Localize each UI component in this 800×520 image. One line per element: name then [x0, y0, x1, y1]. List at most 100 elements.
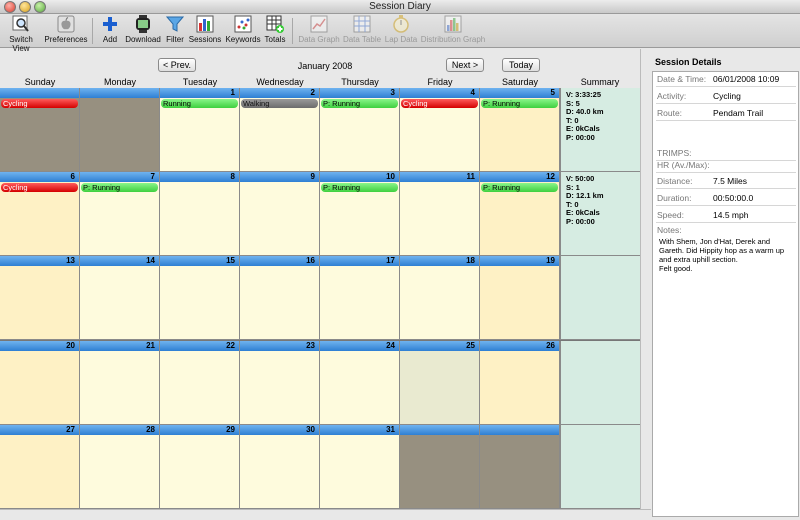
- calendar-day-cell[interactable]: 16: [240, 256, 320, 340]
- status-bar: [0, 509, 651, 520]
- zoom-window-button[interactable]: [34, 1, 46, 13]
- duration-label: Duration:: [657, 193, 692, 203]
- calendar-day-cell[interactable]: 25: [400, 341, 480, 425]
- day-header-thursday: Thursday: [341, 77, 379, 87]
- calendar-day-cell[interactable]: 29: [160, 425, 240, 509]
- calendar-day-cell[interactable]: 15: [160, 256, 240, 340]
- calendar-day-cell[interactable]: 14: [80, 256, 160, 340]
- calendar-day-cell[interactable]: [80, 88, 160, 172]
- histogram-icon: [444, 15, 462, 33]
- date-time-label: Date & Time:: [657, 74, 707, 84]
- calendar-day-cell[interactable]: 9: [240, 172, 320, 256]
- day-number: 14: [80, 256, 159, 266]
- add-button[interactable]: Add: [98, 15, 122, 47]
- close-window-button[interactable]: [4, 1, 16, 13]
- line-graph-icon: [310, 15, 328, 33]
- calendar-day-cell[interactable]: 18: [400, 256, 480, 340]
- calendar-day-cell[interactable]: [400, 425, 480, 509]
- day-number: 10: [320, 172, 399, 182]
- watch-icon: [136, 15, 150, 33]
- calendar-day-cell[interactable]: 31: [320, 425, 400, 509]
- session-entry[interactable]: P: Running: [81, 183, 158, 192]
- table-plus-icon: [266, 15, 284, 33]
- day-header-tuesday: Tuesday: [182, 77, 218, 87]
- day-number: 15: [160, 256, 239, 266]
- distribution-graph-button[interactable]: Distribution Graph: [420, 15, 486, 47]
- split-view-divider[interactable]: [640, 49, 651, 520]
- plus-icon: [103, 17, 117, 31]
- totals-button[interactable]: Totals: [262, 15, 288, 47]
- calendar-day-cell[interactable]: 11: [400, 172, 480, 256]
- calendar-day-cell[interactable]: 3 P: Running: [320, 88, 400, 172]
- data-graph-button[interactable]: Data Graph: [298, 15, 340, 47]
- toolbar: Switch View Preferences Add Download Fil…: [0, 14, 800, 53]
- separator: [656, 120, 796, 121]
- day-number: 16: [240, 256, 319, 266]
- calendar-day-cell[interactable]: 26: [480, 341, 560, 425]
- day-number: 1: [160, 88, 239, 98]
- switch-view-button[interactable]: Switch View: [0, 15, 42, 53]
- calendar-day-cell[interactable]: 10 P: Running: [320, 172, 400, 256]
- calendar-day-cell[interactable]: 13: [0, 256, 80, 340]
- download-button[interactable]: Download: [124, 15, 162, 47]
- prev-month-button[interactable]: < Prev.: [158, 58, 196, 72]
- calendar-day-cell[interactable]: [480, 425, 560, 509]
- keywords-button[interactable]: Keywords: [224, 15, 262, 47]
- minimize-window-button[interactable]: [19, 1, 31, 13]
- calendar-day-cell[interactable]: 12 P: Running: [480, 172, 560, 256]
- calendar-day-cell[interactable]: 22: [160, 341, 240, 425]
- calendar-day-cell[interactable]: 1 Running: [160, 88, 240, 172]
- speed-label: Speed:: [657, 210, 684, 220]
- session-entry[interactable]: P: Running: [481, 183, 558, 192]
- session-entry[interactable]: Cycling: [1, 99, 78, 108]
- day-number: 2: [240, 88, 319, 98]
- separator: [656, 103, 796, 104]
- calendar-day-cell[interactable]: 6 Cycling: [0, 172, 80, 256]
- day-number: 22: [160, 341, 239, 351]
- session-entry[interactable]: P: Running: [321, 183, 398, 192]
- calendar-day-cell[interactable]: 5 P: Running: [480, 88, 560, 172]
- distance-label: Distance:: [657, 176, 693, 186]
- today-button[interactable]: Today: [502, 58, 540, 72]
- session-entry[interactable]: Cycling: [401, 99, 478, 108]
- session-entry[interactable]: P: Running: [321, 99, 398, 108]
- calendar-day-cell[interactable]: 2 Walking: [240, 88, 320, 172]
- day-number: [80, 88, 159, 98]
- calendar-day-cell[interactable]: 4 Cycling: [400, 88, 480, 172]
- day-number: 12: [480, 172, 559, 182]
- week-summary-cell: V: 50:00 S: 1 D: 12.1 km T: 0 E: 0kCals P: 00…: [560, 172, 640, 256]
- calendar-day-cell[interactable]: 7 P: Running: [80, 172, 160, 256]
- day-number: 11: [400, 172, 479, 182]
- separator: [656, 188, 796, 189]
- calendar-day-cell[interactable]: 30: [240, 425, 320, 509]
- sessions-button[interactable]: Sessions: [188, 15, 222, 47]
- day-number: 30: [240, 425, 319, 435]
- session-entry[interactable]: Cycling: [1, 183, 78, 192]
- calendar-day-cell[interactable]: Cycling: [0, 88, 80, 172]
- scatter-icon: [234, 15, 252, 33]
- calendar-day-cell[interactable]: 8: [160, 172, 240, 256]
- calendar-day-cell[interactable]: 23: [240, 341, 320, 425]
- day-number: 21: [80, 341, 159, 351]
- day-number: 26: [480, 341, 559, 351]
- session-details-box: Date & Time: 06/01/2008 10:09 Activity: …: [652, 71, 799, 517]
- next-month-button[interactable]: Next >: [446, 58, 484, 72]
- filter-button[interactable]: Filter: [164, 15, 186, 47]
- calendar-day-cell[interactable]: 24: [320, 341, 400, 425]
- calendar-day-cell[interactable]: 17: [320, 256, 400, 340]
- grid-table-icon: [353, 15, 371, 33]
- session-entry[interactable]: Walking: [241, 99, 318, 108]
- window-title: Session Diary: [369, 1, 431, 12]
- calendar-day-cell[interactable]: 19: [480, 256, 560, 340]
- calendar-day-cell[interactable]: 28: [80, 425, 160, 509]
- session-entry[interactable]: Running: [161, 99, 238, 108]
- day-number: 28: [80, 425, 159, 435]
- data-table-button[interactable]: Data Table: [342, 15, 382, 47]
- calendar-day-cell[interactable]: 20: [0, 341, 80, 425]
- preferences-button[interactable]: Preferences: [44, 15, 88, 47]
- session-entry[interactable]: P: Running: [481, 99, 558, 108]
- calendar-day-cell[interactable]: 27: [0, 425, 80, 509]
- session-details-title: Session Details: [655, 57, 722, 67]
- lap-data-button[interactable]: Lap Data: [384, 15, 418, 47]
- calendar-day-cell[interactable]: 21: [80, 341, 160, 425]
